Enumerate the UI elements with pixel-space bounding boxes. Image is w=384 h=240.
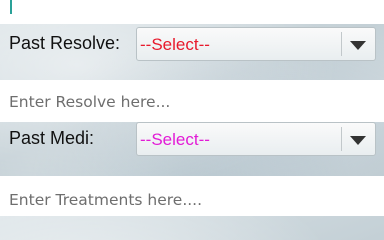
- resolve-input-placeholder: Enter Resolve here...: [9, 93, 171, 111]
- past-medi-label: Past Medi:: [9, 128, 95, 148]
- select-divider: [341, 32, 342, 56]
- past-resolve-select[interactable]: --Select--: [136, 27, 376, 61]
- past-medi-select[interactable]: --Select--: [136, 122, 376, 156]
- treatments-input[interactable]: Enter Treatments here....: [0, 176, 384, 216]
- chevron-down-icon[interactable]: [350, 41, 366, 50]
- text-cursor: [10, 0, 12, 14]
- treatments-input-placeholder: Enter Treatments here....: [9, 191, 203, 209]
- past-resolve-label: Past Resolve:: [9, 33, 121, 53]
- past-medi-select-value: --Select--: [140, 130, 210, 149]
- chevron-down-icon[interactable]: [350, 136, 366, 145]
- past-resolve-select-value: --Select--: [140, 35, 210, 54]
- top-text-field[interactable]: [0, 0, 384, 24]
- select-divider: [341, 127, 342, 151]
- resolve-input[interactable]: Enter Resolve here...: [0, 80, 384, 122]
